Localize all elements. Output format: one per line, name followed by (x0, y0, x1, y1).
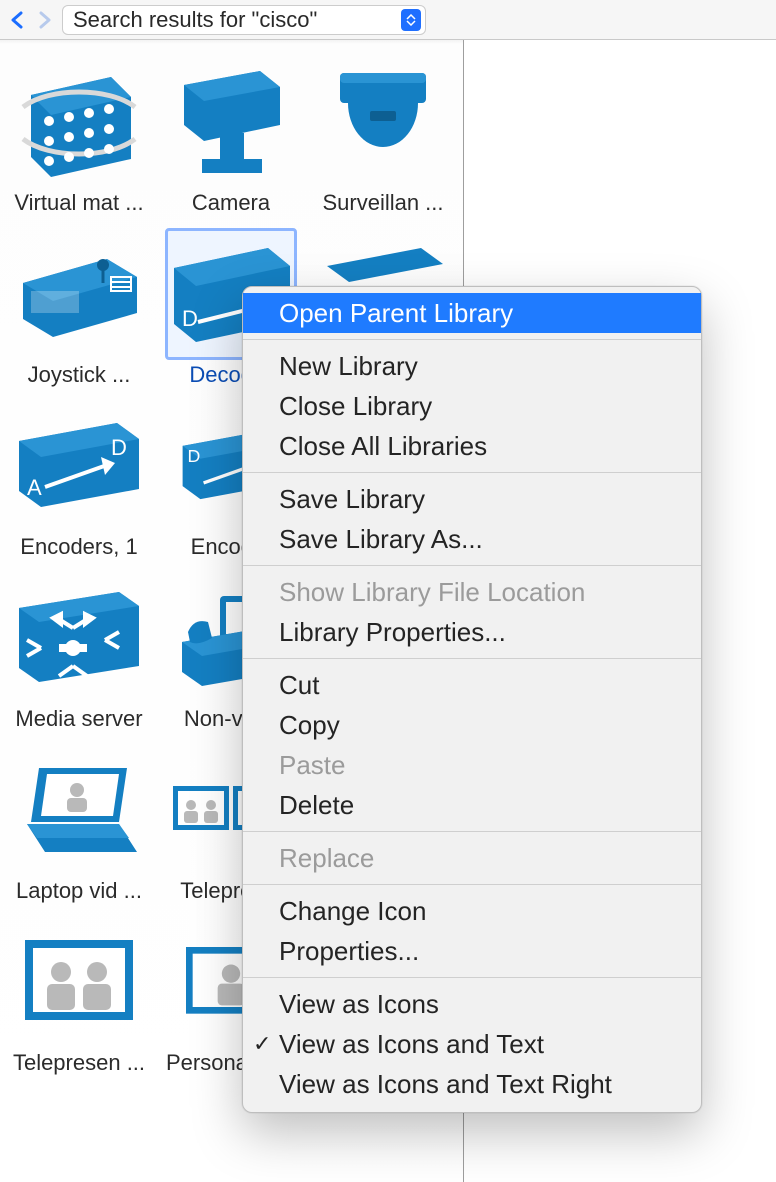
toolbar: Search results for "cisco" (0, 0, 776, 40)
menu-separator (243, 472, 701, 473)
checkmark-icon: ✓ (253, 1031, 271, 1057)
svg-text:A: A (27, 475, 42, 500)
stencil-virtual-matrix[interactable]: Virtual mat ... (4, 56, 154, 216)
menu-library-properties[interactable]: Library Properties... (243, 612, 701, 652)
menu-copy[interactable]: Copy (243, 705, 701, 745)
stencil-label: Telepresen ... (13, 1050, 145, 1076)
svg-text:D: D (111, 435, 127, 460)
search-results-label: Search results for "cisco" (73, 7, 401, 33)
laptop-icon (19, 760, 139, 860)
encoder-icon: A D (17, 421, 141, 511)
svg-text:D: D (182, 306, 198, 331)
menu-view-as-icons[interactable]: View as Icons (243, 984, 701, 1024)
stencil-thumbnail (13, 744, 145, 876)
menu-paste: Paste (243, 745, 701, 785)
dropdown-stepper-icon (401, 9, 421, 31)
surveillance-icon (328, 67, 438, 177)
menu-separator (243, 831, 701, 832)
virtual-matrix-icon (19, 67, 139, 177)
stencil-thumbnail (13, 228, 145, 360)
stencil-thumbnail (13, 572, 145, 704)
menu-separator (243, 977, 701, 978)
menu-open-parent-library[interactable]: Open Parent Library (243, 293, 701, 333)
menu-new-library[interactable]: New Library (243, 346, 701, 386)
menu-change-icon[interactable]: Change Icon (243, 891, 701, 931)
media-server-icon (17, 590, 141, 686)
stencil-label: Camera (192, 190, 270, 216)
menu-separator (243, 658, 701, 659)
menu-delete[interactable]: Delete (243, 785, 701, 825)
stencil-label: Virtual mat ... (14, 190, 143, 216)
stencil-label: Media server (15, 706, 142, 732)
nav-forward-button[interactable] (34, 6, 56, 34)
menu-close-library[interactable]: Close Library (243, 386, 701, 426)
stencil-surveillance[interactable]: Surveillan ... (308, 56, 458, 216)
stencil-telepresence-2[interactable]: Telepresen ... (4, 916, 154, 1076)
telepresence-screen-icon (19, 934, 139, 1030)
camera-icon (176, 67, 286, 177)
stencil-thumbnail (13, 916, 145, 1048)
menu-separator (243, 339, 701, 340)
menu-view-as-icons-and-text-right[interactable]: View as Icons and Text Right (243, 1064, 701, 1104)
stencil-media-server[interactable]: Media server (4, 572, 154, 732)
stencil-label: Laptop vid ... (16, 878, 142, 904)
menu-show-file-location: Show Library File Location (243, 572, 701, 612)
menu-save-library-as[interactable]: Save Library As... (243, 519, 701, 559)
stencil-thumbnail (317, 56, 449, 188)
search-results-dropdown[interactable]: Search results for "cisco" (62, 5, 426, 35)
svg-text:D: D (187, 446, 200, 466)
stencil-encoders-1[interactable]: A D Encoders, 1 (4, 400, 154, 560)
menu-view-as-icons-and-text[interactable]: ✓View as Icons and Text (243, 1024, 701, 1064)
stencil-joystick[interactable]: Joystick ... (4, 228, 154, 388)
nav-back-button[interactable] (6, 6, 28, 34)
menu-properties[interactable]: Properties... (243, 931, 701, 971)
stencil-camera[interactable]: Camera (156, 56, 306, 216)
stencil-label: Surveillan ... (322, 190, 443, 216)
joystick-icon (19, 249, 139, 339)
context-menu: Open Parent Library New Library Close Li… (242, 286, 702, 1113)
stencil-thumbnail (13, 56, 145, 188)
menu-save-library[interactable]: Save Library (243, 479, 701, 519)
menu-separator (243, 565, 701, 566)
menu-cut[interactable]: Cut (243, 665, 701, 705)
stencil-thumbnail: A D (13, 400, 145, 532)
menu-close-all-libraries[interactable]: Close All Libraries (243, 426, 701, 466)
menu-separator (243, 884, 701, 885)
stencil-laptop-video[interactable]: Laptop vid ... (4, 744, 154, 904)
stencil-label: Encoders, 1 (20, 534, 137, 560)
menu-replace: Replace (243, 838, 701, 878)
stencil-label: Joystick ... (28, 362, 131, 388)
stencil-thumbnail (165, 56, 297, 188)
